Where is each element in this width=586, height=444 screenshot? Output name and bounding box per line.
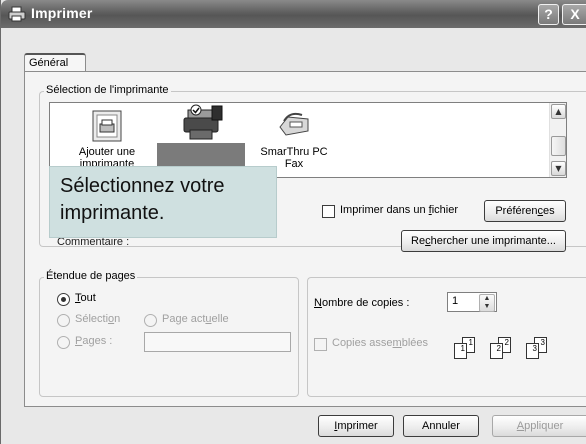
scroll-thumb[interactable] — [551, 136, 566, 156]
page-range-all-radio[interactable] — [57, 293, 70, 306]
page-range-selection-label: Sélection — [75, 313, 121, 325]
callout-line-2: imprimante. — [60, 202, 165, 224]
page-range-pages-radio[interactable] — [57, 336, 70, 349]
add-printer-icon — [92, 110, 122, 142]
printer-item-label: SmarThru PC — [260, 146, 328, 158]
pages-input[interactable] — [144, 332, 291, 352]
scroll-up-icon[interactable]: ▲ — [551, 104, 566, 119]
page-icon: 2 — [490, 343, 503, 359]
callout-line-1: Sélectionnez votre — [60, 175, 225, 197]
instruction-callout: Sélectionnez votre imprimante. — [49, 166, 277, 238]
tab-general[interactable]: Général — [24, 53, 86, 72]
selected-printer-highlight — [157, 143, 245, 167]
copies-label: Nombre de copies : — [314, 297, 410, 309]
title-bar[interactable]: Imprimer ? X — [1, 0, 586, 28]
preferences-button[interactable]: Préférences — [484, 200, 566, 222]
print-button[interactable]: Imprimer — [318, 415, 394, 437]
page-range-pages-label: Pages : — [75, 335, 113, 347]
collate-checkbox[interactable] — [314, 338, 327, 351]
apply-button[interactable]: Appliquer — [492, 415, 586, 437]
print-dialog: Imprimer ? X Général Sélection de l'impr… — [0, 0, 586, 444]
print-to-file-label: Imprimer dans un fichier — [340, 204, 459, 216]
page-icon: 3 — [526, 343, 539, 359]
collate-label: Copies assemblées — [332, 337, 429, 349]
page-icon: 1 — [454, 343, 467, 359]
printer-item-fax[interactable]: SmarThru PC Fax — [252, 109, 336, 170]
radio-dot — [61, 297, 66, 302]
spin-up-down-icon[interactable]: ▲ ▼ — [479, 294, 495, 312]
help-button[interactable]: ? — [538, 4, 559, 25]
scroll-down-icon[interactable]: ▼ — [551, 161, 566, 176]
page-range-label: Étendue de pages — [44, 270, 138, 282]
print-to-file-checkbox[interactable] — [322, 205, 335, 218]
find-printer-button[interactable]: Rechercher une imprimante... — [401, 230, 566, 252]
page-range-selection-radio[interactable] — [57, 314, 70, 327]
page-range-current-radio[interactable] — [144, 314, 157, 327]
page-range-current-label: Page actuelle — [162, 313, 229, 325]
window-title: Imprimer — [31, 5, 93, 21]
printer-icon — [183, 104, 223, 140]
printer-selection-label: Sélection de l'imprimante — [44, 84, 171, 96]
close-button[interactable]: X — [562, 4, 586, 25]
copies-value: 1 — [452, 295, 459, 307]
printer-list-scrollbar[interactable]: ▲ ▼ — [549, 103, 566, 177]
printer-item-add[interactable]: Ajouter une imprimante — [70, 109, 144, 170]
cancel-button[interactable]: Annuler — [403, 415, 479, 437]
printer-item-selected[interactable] — [166, 104, 240, 142]
printer-item-label: Ajouter une — [78, 146, 136, 158]
copies-stepper[interactable]: 1 ▲ ▼ — [447, 292, 497, 312]
fax-icon — [279, 112, 309, 136]
printer-icon — [8, 6, 26, 22]
page-range-all-label: Tout — [75, 292, 96, 304]
